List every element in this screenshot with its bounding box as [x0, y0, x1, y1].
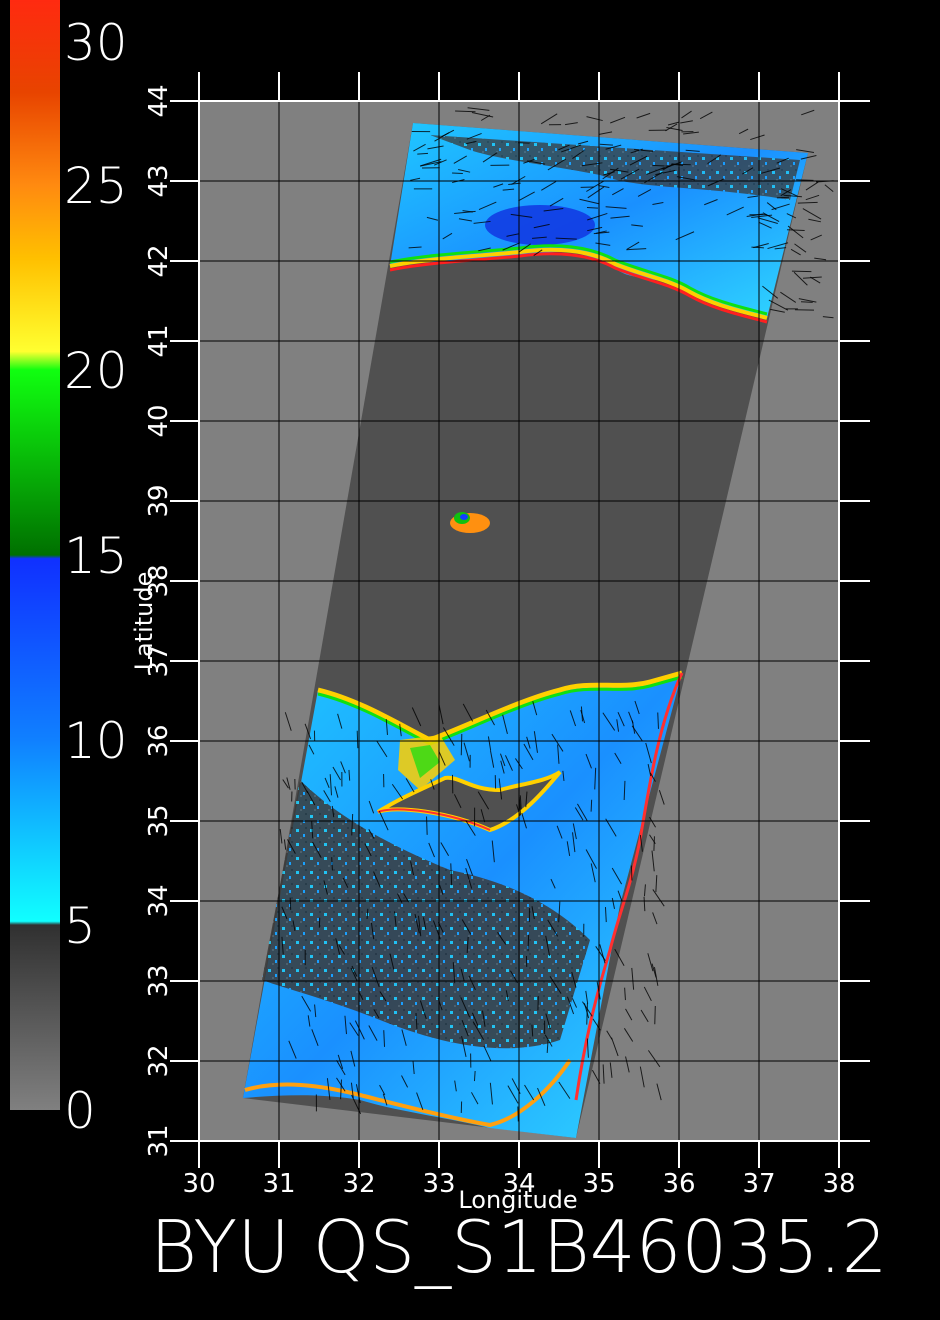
wind-vector	[527, 934, 530, 952]
colorbar-ramp	[10, 0, 60, 1110]
x-tick-label-31: 31	[262, 1169, 295, 1199]
wind-vector	[426, 816, 428, 835]
y-tick-label-31: 31	[144, 1124, 174, 1157]
x-tick-label-37: 37	[742, 1169, 775, 1199]
wind-vector	[654, 1005, 656, 1025]
map-panel: 30 31 32 33 34 35 36 37 38 313233343536373839404…	[130, 72, 870, 1214]
colorbar-label-15: 15	[64, 527, 128, 585]
wind-vector	[776, 196, 790, 199]
x-tick-label-36: 36	[662, 1169, 695, 1199]
wind-vector	[796, 179, 814, 181]
y-tick-label-32: 32	[144, 1044, 174, 1077]
wind-vector	[630, 865, 633, 881]
colorbar-label-30: 30	[64, 14, 128, 72]
y-axis-title: Latitude	[130, 572, 158, 671]
figure: 30 25 20 15 10 5 0 30 31 32 33 34 35 36 37 38 …	[10, 0, 888, 1289]
y-tick-label-35: 35	[144, 804, 174, 837]
y-tick-label-43: 43	[144, 164, 174, 197]
y-tick-label-36: 36	[144, 724, 174, 757]
wind-vector	[348, 769, 351, 781]
colorbar-label-0: 0	[64, 1082, 96, 1140]
y-tick-label-33: 33	[144, 964, 174, 997]
colorbar-label-10: 10	[64, 712, 128, 770]
wind-vector	[356, 730, 359, 749]
figure-title: BYU QS_S1B46035.2	[150, 1205, 888, 1289]
y-tick-label-40: 40	[144, 404, 174, 437]
wind-vector	[800, 301, 813, 303]
colorbar-label-20: 20	[64, 342, 128, 400]
x-tick-label-32: 32	[342, 1169, 375, 1199]
wind-vector	[791, 270, 812, 273]
colorbar: 30 25 20 15 10 5 0	[10, 0, 128, 1140]
y-tick-label-34: 34	[144, 884, 174, 917]
x-tick-label-38: 38	[822, 1169, 855, 1199]
y-tick-label-39: 39	[144, 484, 174, 517]
sea-strong-wind-north	[485, 205, 595, 245]
y-tick-label-42: 42	[144, 244, 174, 277]
wind-vector	[653, 836, 655, 851]
wind-vector	[289, 897, 292, 910]
x-tick-label-30: 30	[182, 1169, 215, 1199]
y-tick-label-44: 44	[144, 84, 174, 117]
x-tick-label-35: 35	[582, 1169, 615, 1199]
colorbar-label-5: 5	[64, 897, 96, 955]
wind-vector	[460, 733, 463, 756]
wind-vector	[797, 201, 818, 204]
y-tick-label-41: 41	[144, 324, 174, 357]
wind-vector	[586, 206, 598, 209]
x-tick-label-33: 33	[422, 1169, 455, 1199]
wind-vector	[473, 1070, 476, 1082]
wind-vector	[590, 799, 593, 812]
wind-vector	[452, 172, 463, 174]
colorbar-labels: 30 25 20 15 10 5 0	[64, 14, 128, 1140]
colorbar-label-25: 25	[64, 157, 128, 215]
